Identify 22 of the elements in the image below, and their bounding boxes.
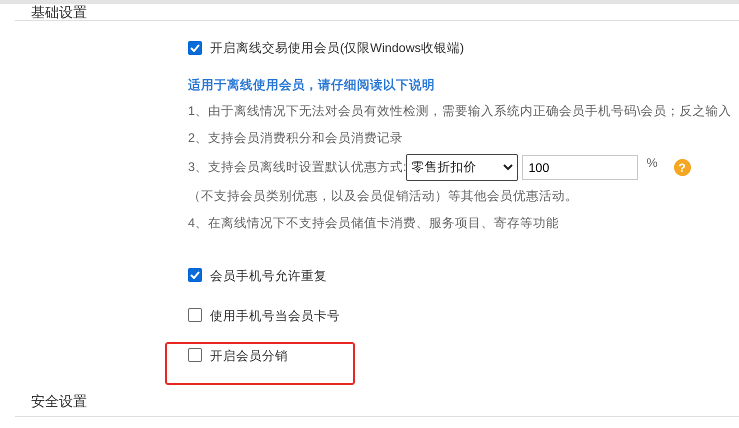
checkbox[interactable]: [188, 308, 202, 322]
checkbox-label: 开启会员分销: [210, 348, 288, 364]
checkbox[interactable]: [188, 348, 202, 362]
instruction-text: 1、由于离线情况下无法对会员有效性检测，需要输入系统内正确会员手机号码\会员；反之输入: [188, 103, 732, 120]
checkmark-icon: [190, 44, 200, 52]
section-heading: 基础设置: [31, 4, 87, 21]
checkbox[interactable]: [188, 268, 202, 282]
checkbox-label: 使用手机号当会员卡号: [210, 308, 340, 324]
section-heading: 安全设置: [31, 393, 87, 410]
checkbox[interactable]: [188, 41, 202, 55]
notice-title: 适用于离线使用会员，请仔细阅读以下说明: [188, 77, 436, 94]
discount-input[interactable]: 100: [522, 155, 638, 180]
instruction-text: 2、支持会员消费积分和会员消费记录: [188, 130, 403, 147]
checkbox-label: 开启离线交易使用会员(仅限Windows收银端): [210, 40, 464, 56]
caret-icon: [503, 164, 514, 171]
instruction-text: 3、支持会员离线时设置默认优惠方式:: [188, 159, 406, 176]
checkbox-label: 会员手机号允许重复: [210, 268, 327, 284]
instruction-text: 4、在离线情况下不支持会员储值卡消费、服务项目、寄存等功能: [188, 215, 559, 232]
checkmark-icon: [190, 271, 200, 279]
discount-select[interactable]: 零售折扣价: [406, 154, 518, 181]
unit-label: %: [646, 155, 658, 172]
instruction-text: （不支持会员类别优惠，以及会员促销活动）等其他会员优惠活动。: [188, 188, 578, 205]
